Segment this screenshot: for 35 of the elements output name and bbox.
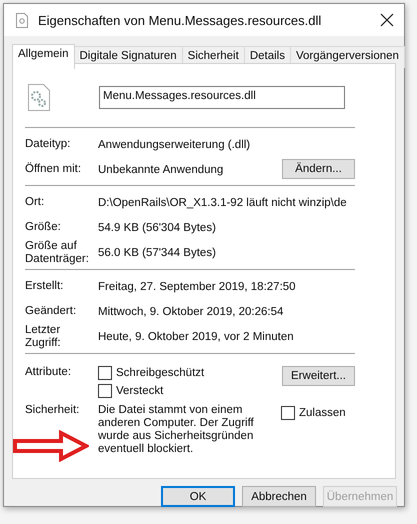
field-value: Anwendungserweiterung (.dll) — [98, 138, 250, 150]
advanced-button[interactable]: Erweitert... — [282, 366, 355, 386]
checkbox[interactable] — [281, 406, 295, 420]
field-value: Heute, 9. Oktober 2019, vor 2 Minuten — [98, 331, 294, 343]
field-label: Attribute: — [25, 366, 72, 380]
field-label: Größe: — [25, 221, 62, 234]
field-value: Freitag, 27. September 2019, 18:27:50 — [98, 280, 296, 292]
field-label: Ort: — [25, 196, 46, 209]
file-name-field[interactable]: Menu.Messages.resources.dll — [99, 86, 345, 108]
field-label: Geändert: — [25, 305, 78, 318]
field-value: 54.9 KB (56'304 Bytes) — [98, 222, 216, 234]
field-value: 56.0 KB (57'344 Bytes) — [98, 247, 216, 259]
field-label: Größe auf Datenträger: — [25, 240, 90, 266]
field-value: Mittwoch, 9. Oktober 2019, 20:26:54 — [98, 306, 284, 318]
checkbox-label: Schreibgeschützt — [116, 367, 204, 379]
field-label: Letzter Zugriff: — [25, 324, 62, 350]
change-button[interactable]: Ändern... — [282, 159, 355, 179]
gear-file-icon — [28, 84, 50, 110]
window-title: Eigenschaften von Menu.Messages.resources.dll — [38, 12, 322, 28]
field-value: Unbekannte Anwendung — [98, 164, 224, 176]
security-message: Die Datei stammt von einem anderen Computer. Der Zugriff wurde aus Sicherheitsgründen eventuell blockiert. — [98, 404, 255, 456]
field-value: D:\OpenRails\OR_X1.3.1-92 läuft nicht winzip\de — [98, 196, 347, 208]
file-icon — [16, 12, 28, 28]
field-label: Sicherheit: — [25, 404, 80, 417]
dialog-button[interactable]: Abbrechen — [242, 486, 316, 507]
checkbox-label: Zulassen — [299, 407, 346, 419]
checkbox[interactable] — [98, 366, 112, 380]
field-label: Öffnen mit: — [25, 163, 82, 176]
checkbox[interactable] — [98, 384, 112, 398]
field-label: Dateityp: — [25, 138, 72, 151]
field-label: Erstellt: — [25, 280, 64, 293]
close-icon[interactable] — [380, 13, 394, 27]
tab[interactable]: Allgemein — [12, 44, 74, 69]
checkbox-label: Versteckt — [116, 385, 164, 397]
dialog-button[interactable]: OK — [161, 486, 235, 507]
